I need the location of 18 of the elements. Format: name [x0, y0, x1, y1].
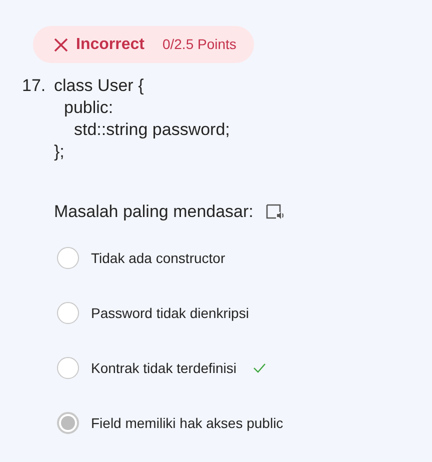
option-label: Field memiliki hak akses public — [91, 414, 284, 433]
question-number: 17. — [22, 75, 47, 97]
close-icon — [53, 36, 69, 52]
code-line: }; — [54, 141, 64, 163]
radio-button[interactable] — [57, 302, 79, 324]
radio-button[interactable] — [57, 247, 79, 269]
option-label: Tidak ada constructor — [91, 248, 226, 268]
points-text: 0/2.5 Points — [162, 35, 236, 54]
radio-button[interactable] — [57, 412, 79, 434]
immersive-reader-icon[interactable] — [265, 202, 286, 221]
option-label: Kontrak tidak terdefinisi — [91, 358, 237, 378]
code-line: std::string password; — [74, 119, 230, 141]
question-prompt: Masalah paling mendasar: — [54, 201, 254, 223]
code-line: class User { — [54, 75, 144, 97]
code-line: public: — [64, 97, 114, 119]
option-label: Password tidak dienkripsi — [91, 304, 249, 323]
result-status: Incorrect — [76, 34, 144, 54]
radio-button[interactable] — [57, 357, 79, 379]
